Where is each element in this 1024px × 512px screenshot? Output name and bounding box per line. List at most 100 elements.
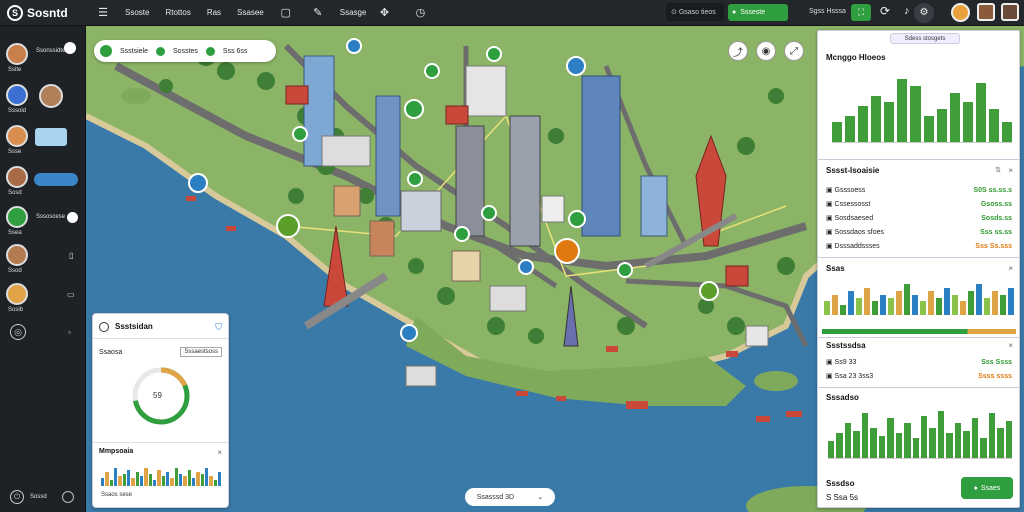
toggle-icon[interactable] [67, 212, 78, 223]
tab-5[interactable]: Ssasge [340, 8, 367, 17]
list-item-label: ▣ Ss9 33 [826, 359, 857, 366]
sidebar-bottom-label: Sossd [30, 494, 47, 500]
left-sidebar: Ssite Sssoid Ssse Sosd Ssea Ssod Sosib S… [0, 26, 86, 512]
tab-1[interactable]: Ssoste [125, 8, 149, 17]
legend-item-2[interactable]: Sosstes [173, 48, 198, 55]
pin-icon[interactable]: ⇅ [995, 166, 1001, 174]
list-item[interactable]: ▣ Gsssoess S0S ss.ss.s [826, 183, 1012, 197]
close-icon[interactable]: × [1008, 264, 1013, 273]
sidebar-item-3[interactable]: Ssse [6, 125, 28, 155]
map-icon[interactable]: ⛶ [851, 4, 871, 21]
building [489, 285, 527, 312]
close-icon[interactable]: × [1008, 341, 1013, 350]
avatar [6, 166, 28, 188]
stats-panel-title: Ssstsidan [115, 322, 153, 331]
sidebar-item-1[interactable]: Ssite [6, 43, 28, 73]
sidebar-item-6[interactable]: Ssod [6, 244, 28, 274]
chart-bar [1002, 122, 1013, 142]
chart-bar [187, 470, 191, 486]
list-item[interactable]: ▣ Ss9 33 Sss Ssss [826, 355, 1012, 369]
chat-bubble[interactable] [35, 128, 67, 146]
chart-bar [126, 470, 131, 486]
sidebar-item-7[interactable]: Sosib [6, 283, 28, 313]
locate-icon[interactable]: ◉ [756, 41, 776, 61]
action-button[interactable]: ● Ssaes [961, 477, 1013, 499]
sidebar-item-4[interactable]: Sosd [6, 166, 28, 196]
list-item[interactable]: ▣ Sossdaos sfoes Sss ss.ss [826, 225, 1012, 239]
list-item[interactable]: ▣ Ssa 23 3ss3 Ssss ssss [826, 369, 1012, 383]
status-button[interactable]: ● Ssseste [728, 4, 788, 21]
close-icon[interactable]: × [1008, 166, 1013, 175]
info-icon[interactable]: ▯ [69, 251, 73, 260]
expand-icon[interactable]: ⤢ [784, 41, 804, 61]
search-input[interactable]: ⊙ Gsaso tieos [666, 3, 724, 21]
chart-bar [954, 423, 962, 458]
building [405, 365, 437, 387]
close-icon[interactable]: × [217, 448, 222, 457]
dock-icon[interactable]: ▫ [68, 328, 71, 337]
chart-bar [828, 440, 835, 458]
list-item[interactable]: ▣ Cssessosst Gsoss.ss [826, 197, 1012, 211]
chart-bar [196, 472, 200, 486]
avatar[interactable] [39, 84, 63, 108]
tab-4[interactable]: Ssasee [237, 8, 264, 17]
bar-chart-1 [832, 75, 1013, 143]
panel-tab[interactable]: Sdess stosgets [890, 33, 960, 44]
map-pin [554, 238, 580, 264]
check-icon: ● [973, 484, 978, 492]
chart-bar [853, 430, 860, 458]
tools-icon[interactable]: ✎ [310, 6, 326, 19]
toggle-switch[interactable] [34, 173, 78, 186]
friend-avatar-1[interactable] [977, 3, 995, 21]
power-icon[interactable]: ⏻ [10, 490, 24, 504]
building [745, 325, 769, 347]
chart-bar [884, 102, 895, 142]
bar-chart-3 [824, 279, 1014, 315]
stats-dropdown[interactable]: Sssaestsoss [180, 347, 222, 357]
app-logo[interactable]: S Sosntd [7, 4, 87, 21]
pin-icon[interactable]: ✥ [376, 6, 392, 19]
map-legend: Ssstsiele Sosstes Sss 6ss [94, 40, 276, 62]
list-item-value: Sss Ssss [981, 358, 1012, 366]
tab-3[interactable]: Ras [207, 8, 221, 17]
sidebar-item-2[interactable]: Sssoid [6, 84, 28, 114]
settings-icon[interactable]: ⚙ [914, 3, 934, 23]
building [445, 105, 469, 125]
refresh-icon[interactable]: ⟳ [880, 4, 890, 18]
map-pin [407, 171, 423, 187]
map-pin [481, 205, 497, 221]
chart-bar [910, 85, 921, 142]
monitor-icon[interactable]: ▭ [67, 290, 75, 299]
menu-icon[interactable]: ☰ [95, 6, 111, 19]
chart-bar [980, 438, 987, 458]
chart-bar [944, 287, 950, 315]
share-icon[interactable]: ⤴ [728, 41, 748, 61]
view-mode-bar[interactable]: Ssasssd 3D ⌄ [465, 488, 555, 506]
chart-bar [832, 294, 838, 315]
chat-icon[interactable]: ▢ [278, 6, 294, 19]
clock-icon[interactable]: ◷ [412, 6, 428, 19]
tab-2[interactable]: Rtottos [165, 8, 190, 17]
building [451, 250, 481, 282]
shield-icon: ⛉ [215, 322, 222, 332]
list-item[interactable]: ▣ Dsssaddssses Sss Ss.sss [826, 239, 1012, 253]
avatar [6, 283, 28, 305]
chart-bar [887, 418, 894, 458]
user-avatar[interactable] [951, 3, 970, 22]
chart-bar [840, 304, 846, 315]
map-pin [346, 38, 362, 54]
progress-bar [822, 329, 1016, 334]
list-item-label: ▣ Sossdaos sfoes [826, 229, 884, 236]
sidebar-item-5[interactable]: Ssea [6, 206, 28, 236]
section-2-title: Sssst-Isoaisie [826, 166, 880, 175]
mini-bar-chart [101, 464, 222, 486]
compass-icon[interactable]: ◎ [10, 324, 26, 340]
chart-bar [161, 476, 165, 486]
status-dot-icon[interactable] [62, 491, 74, 503]
chart-bar [984, 298, 990, 315]
list-item[interactable]: ▣ Sosdsaesed Sosds.ss [826, 211, 1012, 225]
legend-item-3[interactable]: Sss 6ss [223, 48, 248, 55]
friend-avatar-2[interactable] [1001, 3, 1019, 21]
legend-item-1[interactable]: Ssstsiele [120, 48, 148, 55]
bell-icon[interactable]: ♪ [904, 5, 910, 17]
